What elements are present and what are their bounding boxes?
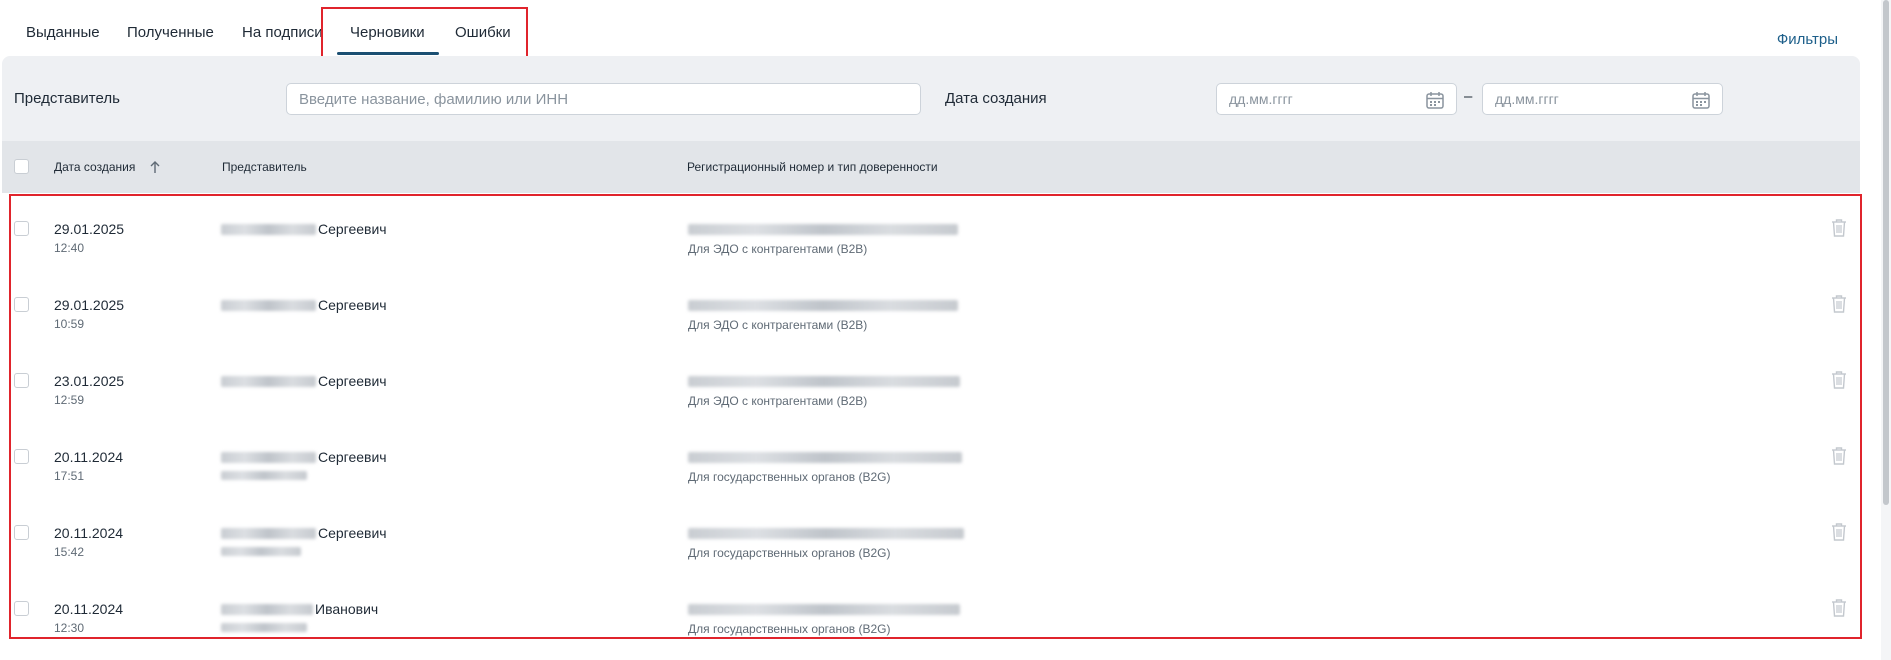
tab-drafts[interactable]: Черновики (350, 24, 425, 41)
table-row[interactable]: 29.01.2025 12:40 Сергеевич Для ЭДО с контра… (2, 193, 1860, 269)
filters-link[interactable]: Фильтры (1777, 31, 1838, 48)
column-header-registration: Регистрационный номер и тип доверенности (687, 160, 938, 174)
created-date-filter-label: Дата создания (945, 90, 1047, 107)
row-checkbox[interactable] (14, 221, 29, 236)
trash-icon[interactable] (1830, 294, 1848, 314)
tab-on-signature[interactable]: На подписи (242, 24, 323, 41)
row-created-time: 12:40 (54, 241, 85, 255)
redacted-representative-name (221, 604, 313, 615)
trash-icon[interactable] (1830, 370, 1848, 390)
redacted-registration-number (688, 452, 962, 463)
representative-filter-label: Представитель (14, 90, 120, 107)
row-power-of-attorney-type: Для ЭДО с контрагентами (B2B) (688, 242, 868, 256)
row-representative-patronymic: Сергеевич (318, 221, 387, 237)
date-from-field[interactable] (1216, 83, 1457, 115)
trash-icon[interactable] (1830, 218, 1848, 238)
redacted-representative-name (221, 376, 316, 387)
row-created-time: 12:30 (54, 621, 85, 635)
trash-icon[interactable] (1830, 522, 1848, 542)
redacted-registration-number (688, 376, 960, 387)
trash-icon[interactable] (1830, 446, 1848, 466)
calendar-icon[interactable] (1691, 90, 1711, 110)
column-header-created[interactable]: Дата создания (54, 160, 135, 174)
row-representative-patronymic: Сергеевич (318, 525, 387, 541)
row-power-of-attorney-type: Для ЭДО с контрагентами (B2B) (688, 318, 868, 332)
row-created-date: 20.11.2024 (54, 601, 124, 617)
redacted-registration-number (688, 604, 960, 615)
date-range-separator: – (1464, 88, 1473, 105)
table-row[interactable]: 29.01.2025 10:59 Сергеевич Для ЭДО с контра… (2, 269, 1860, 345)
row-created-time: 12:59 (54, 393, 85, 407)
redacted-registration-number (688, 300, 958, 311)
redacted-representative-detail (221, 547, 301, 556)
representative-search-input[interactable] (286, 83, 921, 115)
row-checkbox[interactable] (14, 525, 29, 540)
row-representative-patronymic: Сергеевич (318, 373, 387, 389)
row-created-time: 17:51 (54, 469, 85, 483)
row-created-date: 23.01.2025 (54, 373, 125, 389)
sort-up-arrow-icon[interactable] (149, 160, 161, 174)
row-power-of-attorney-type: Для государственных органов (B2G) (688, 546, 891, 560)
date-to-input[interactable] (1483, 84, 1673, 114)
row-checkbox[interactable] (14, 601, 29, 616)
row-created-date: 29.01.2025 (54, 221, 125, 237)
active-tab-indicator (337, 52, 439, 55)
scrollbar[interactable] (1881, 0, 1891, 660)
date-to-field[interactable] (1482, 83, 1723, 115)
row-checkbox[interactable] (14, 373, 29, 388)
redacted-representative-name (221, 452, 316, 463)
row-created-date: 20.11.2024 (54, 525, 124, 541)
row-representative-patronymic: Сергеевич (318, 449, 387, 465)
redacted-registration-number (688, 224, 958, 235)
calendar-icon[interactable] (1425, 90, 1445, 110)
row-power-of-attorney-type: Для государственных органов (B2G) (688, 622, 891, 636)
redacted-representative-detail (221, 471, 307, 480)
tab-received[interactable]: Полученные (127, 24, 214, 41)
scrollbar-thumb[interactable] (1883, 0, 1889, 505)
row-representative-patronymic: Сергеевич (318, 297, 387, 313)
date-from-input[interactable] (1217, 84, 1407, 114)
redacted-representative-name (221, 300, 316, 311)
row-checkbox[interactable] (14, 449, 29, 464)
table-header: Дата создания Представитель Регистрацион… (2, 141, 1860, 193)
column-header-representative: Представитель (222, 160, 307, 174)
row-checkbox[interactable] (14, 297, 29, 312)
tab-errors[interactable]: Ошибки (455, 24, 511, 41)
row-created-date: 20.11.2024 (54, 449, 124, 465)
row-power-of-attorney-type: Для ЭДО с контрагентами (B2B) (688, 394, 868, 408)
row-created-time: 10:59 (54, 317, 85, 331)
table-row[interactable]: 23.01.2025 12:59 Сергеевич Для ЭДО с контра… (2, 345, 1860, 421)
select-all-checkbox[interactable] (14, 159, 29, 174)
table-row[interactable]: 20.11.2024 17:51 Сергеевич Для государствен… (2, 421, 1860, 497)
row-power-of-attorney-type: Для государственных органов (B2G) (688, 470, 891, 484)
tab-issued[interactable]: Выданные (26, 24, 100, 41)
row-representative-patronymic: Иванович (315, 601, 379, 617)
table-row[interactable]: 20.11.2024 12:30 Иванович Для государственн… (2, 573, 1860, 649)
row-created-date: 29.01.2025 (54, 297, 125, 313)
redacted-representative-detail (221, 623, 307, 632)
table-row[interactable]: 20.11.2024 15:42 Сергеевич Для государствен… (2, 497, 1860, 573)
redacted-representative-name (221, 224, 316, 235)
redacted-registration-number (688, 528, 964, 539)
trash-icon[interactable] (1830, 598, 1848, 618)
row-created-time: 15:42 (54, 545, 85, 559)
tabs-bar: Выданные Полученные На подписи Черновики… (0, 0, 1891, 58)
redacted-representative-name (221, 528, 316, 539)
